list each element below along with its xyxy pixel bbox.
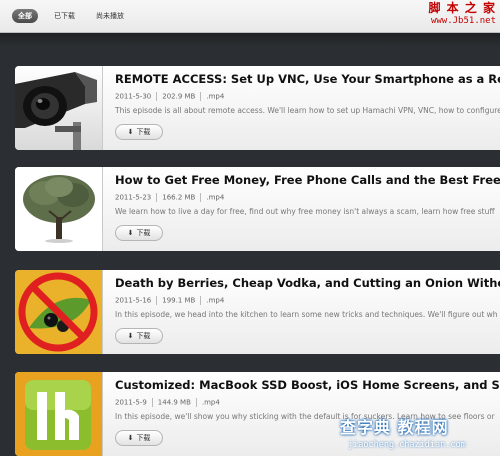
watermark-bottom-line2: jiaocheng.chazidian.com (348, 440, 466, 450)
episode-card[interactable]: How to Get Free Money, Free Phone Calls … (15, 167, 500, 251)
episode-description: This episode is all about remote access.… (115, 106, 500, 115)
download-label: 下载 (136, 332, 151, 340)
episode-meta: 2011-5-9 144.9 MB .mp4 (115, 398, 220, 407)
thumb-divider (102, 167, 103, 251)
episode-date: 2011-5-9 (115, 398, 147, 407)
watermark-top-line2: www.Jb51.net (430, 16, 496, 26)
download-label: 下载 (136, 128, 151, 136)
toolbar-shadow (0, 33, 500, 47)
episode-title[interactable]: Customized: MacBook SSD Boost, iOS Home … (115, 378, 500, 392)
episode-size: 144.9 MB (157, 398, 191, 407)
money-tree-icon (15, 167, 102, 251)
download-arrow-icon: ⬇ (127, 434, 134, 442)
download-label: 下载 (136, 229, 151, 237)
episode-format: .mp4 (206, 296, 225, 305)
episode-date: 2011-5-30 (115, 92, 152, 101)
episode-description: We learn how to live a day for free, fin… (115, 207, 495, 216)
watermark-top-line1: 脚 本 之 家 (428, 1, 496, 15)
episode-card[interactable]: REMOTE ACCESS: Set Up VNC, Use Your Smar… (15, 66, 500, 150)
tab-unplayed[interactable]: 尚未播放 (90, 9, 130, 23)
episode-description: In this episode, we head into the kitche… (115, 310, 498, 319)
download-button[interactable]: ⬇ 下载 (115, 124, 163, 140)
thumb-divider (102, 372, 103, 456)
download-arrow-icon: ⬇ (127, 128, 134, 136)
security-camera-icon (15, 66, 102, 150)
episode-format: .mp4 (206, 193, 225, 202)
episode-date: 2011-5-16 (115, 296, 152, 305)
episode-meta: 2011-5-23 166.2 MB .mp4 (115, 193, 224, 202)
watermark-bottom: 查字典 教程网 jiaocheng.chazidian.com (340, 410, 500, 456)
episode-title[interactable]: REMOTE ACCESS: Set Up VNC, Use Your Smar… (115, 72, 500, 86)
episode-size: 166.2 MB (162, 193, 196, 202)
download-button[interactable]: ⬇ 下载 (115, 225, 163, 241)
top-bar: 全部 已下载 尚未播放 脚 本 之 家 www.Jb51.net (0, 0, 500, 33)
episode-format: .mp4 (206, 92, 225, 101)
download-arrow-icon: ⬇ (127, 229, 134, 237)
download-arrow-icon: ⬇ (127, 332, 134, 340)
tab-downloaded[interactable]: 已下载 (48, 9, 81, 23)
lh-logo-icon (15, 372, 102, 456)
thumb-divider (102, 66, 103, 150)
episode-title[interactable]: How to Get Free Money, Free Phone Calls … (115, 173, 500, 187)
download-button[interactable]: ⬇ 下载 (115, 430, 163, 446)
episode-title[interactable]: Death by Berries, Cheap Vodka, and Cutti… (115, 276, 500, 290)
episode-format: .mp4 (201, 398, 220, 407)
tab-all[interactable]: 全部 (12, 9, 38, 23)
episode-size: 202.9 MB (162, 92, 196, 101)
episode-card[interactable]: Death by Berries, Cheap Vodka, and Cutti… (15, 270, 500, 354)
episode-meta: 2011-5-16 199.1 MB .mp4 (115, 296, 224, 305)
download-button[interactable]: ⬇ 下载 (115, 328, 163, 344)
episode-meta: 2011-5-30 202.9 MB .mp4 (115, 92, 224, 101)
download-label: 下载 (136, 434, 151, 442)
watermark-bottom-line1: 查字典 教程网 (340, 418, 449, 437)
episode-date: 2011-5-23 (115, 193, 152, 202)
thumb-divider (102, 270, 103, 354)
no-berries-icon (15, 270, 102, 354)
episode-size: 199.1 MB (162, 296, 196, 305)
watermark-top: 脚 本 之 家 www.Jb51.net (428, 2, 496, 28)
